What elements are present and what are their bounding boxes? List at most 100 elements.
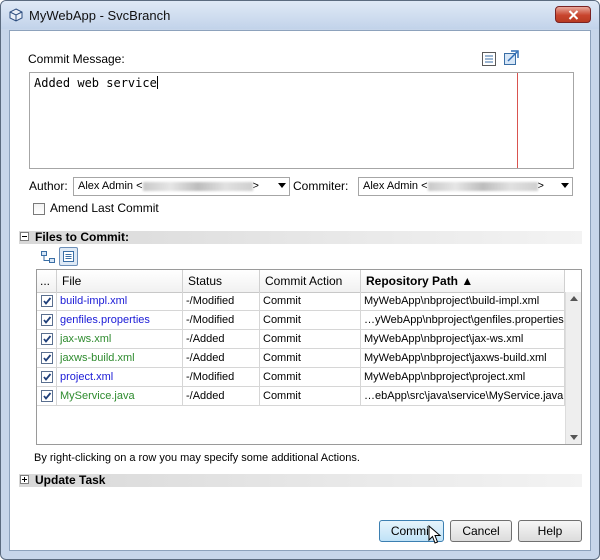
include-file-checkbox[interactable] (41, 371, 53, 383)
committer-value-name: Alex Admin < (363, 180, 428, 192)
status-cell[interactable]: -/Modified (183, 292, 260, 310)
recent-messages-icon[interactable] (502, 49, 520, 67)
commit-message-textarea[interactable]: Added web service (29, 72, 574, 169)
commit-action-cell[interactable]: Commit (260, 387, 361, 405)
scroll-up-icon[interactable] (570, 296, 578, 301)
file-name-cell[interactable]: genfiles.properties (57, 311, 183, 329)
commit-action-cell[interactable]: Commit (260, 311, 361, 329)
committer-value-suffix: > (537, 180, 544, 192)
committer-combobox[interactable]: Alex Admin < > (358, 177, 573, 196)
include-file-checkbox[interactable] (41, 390, 53, 402)
status-cell[interactable]: -/Added (183, 330, 260, 348)
file-name-cell[interactable]: build-impl.xml (57, 292, 183, 310)
files-table-header: ... File Status Commit Action Repository… (37, 270, 565, 293)
commit-message-label: Commit Message: (28, 52, 125, 66)
checkmark-icon (43, 392, 52, 400)
column-header-commit-action[interactable]: Commit Action (260, 270, 361, 292)
column-header-status[interactable]: Status (183, 270, 260, 292)
checkmark-icon (43, 297, 52, 305)
expand-toggle[interactable] (20, 475, 29, 484)
include-file-checkbox[interactable] (41, 333, 53, 345)
row-checkbox-cell (37, 292, 57, 310)
table-row[interactable]: jaxws-build.xml -/Added Commit MyWebApp\nbp… (37, 349, 565, 368)
status-cell[interactable]: -/Added (183, 349, 260, 367)
amend-last-commit-label: Amend Last Commit (50, 201, 159, 215)
title-bar[interactable]: MyWebApp - SvcBranch (1, 1, 599, 29)
row-checkbox-cell (37, 330, 57, 348)
include-file-checkbox[interactable] (41, 352, 53, 364)
column-header-file[interactable]: File (57, 270, 183, 292)
checkmark-icon (43, 354, 52, 362)
column-header-repository-path[interactable]: Repository Path ▲ (361, 270, 565, 292)
close-icon (568, 10, 579, 20)
author-label: Author: (29, 179, 68, 193)
amend-last-commit-checkbox[interactable] (33, 203, 45, 215)
repository-path-cell[interactable]: …yWebApp\nbproject\genfiles.properties (361, 311, 565, 329)
include-file-checkbox[interactable] (41, 314, 53, 326)
files-to-commit-title: Files to Commit: (35, 230, 130, 244)
commit-action-cell[interactable]: Commit (260, 330, 361, 348)
close-button[interactable] (555, 6, 591, 23)
table-row[interactable]: genfiles.properties -/Modified Commit …yWeb… (37, 311, 565, 330)
collapse-toggle[interactable] (20, 232, 29, 241)
table-row[interactable]: project.xml -/Modified Commit MyWebApp\nbpr… (37, 368, 565, 387)
column-header-more[interactable]: ... (37, 270, 57, 292)
dialog-content: Commit Message: Added web service Author… (9, 30, 591, 551)
repository-path-cell[interactable]: MyWebApp\nbproject\jax-ws.xml (361, 330, 565, 348)
committer-label: Commiter: (293, 179, 349, 193)
row-checkbox-cell (37, 368, 57, 386)
minus-icon (22, 236, 27, 237)
checkmark-icon (43, 335, 52, 343)
view-as-list-toggle[interactable] (59, 247, 78, 266)
chevron-down-icon (561, 183, 569, 188)
commit-action-cell[interactable]: Commit (260, 292, 361, 310)
text-caret (156, 76, 158, 89)
list-view-icon (63, 251, 74, 262)
commit-dialog-window: MyWebApp - SvcBranch Commit Message: Add… (0, 0, 600, 560)
files-to-commit-section-header[interactable]: Files to Commit: (19, 230, 582, 244)
app-cube-icon (9, 8, 23, 22)
commit-action-cell[interactable]: Commit (260, 368, 361, 386)
mouse-cursor-icon (428, 525, 442, 544)
table-row[interactable]: jax-ws.xml -/Added Commit MyWebApp\nbprojec… (37, 330, 565, 349)
chevron-down-icon (278, 183, 286, 188)
row-checkbox-cell (37, 387, 57, 405)
status-cell[interactable]: -/Added (183, 387, 260, 405)
file-name-cell[interactable]: project.xml (57, 368, 183, 386)
right-margin-line (517, 73, 518, 168)
checkmark-icon (43, 373, 52, 381)
row-checkbox-cell (37, 311, 57, 329)
commit-message-text: Added web service (34, 76, 157, 90)
scroll-down-icon[interactable] (570, 435, 578, 440)
view-as-tree-icon[interactable] (40, 249, 56, 265)
file-name-cell[interactable]: jaxws-build.xml (57, 349, 183, 367)
include-file-checkbox[interactable] (41, 295, 53, 307)
files-table[interactable]: ... File Status Commit Action Repository… (36, 269, 582, 445)
table-vertical-scrollbar[interactable] (565, 292, 581, 444)
author-value-name: Alex Admin < (78, 180, 143, 192)
update-task-title: Update Task (35, 473, 106, 487)
table-row[interactable]: build-impl.xml -/Modified Commit MyWebApp\n… (37, 292, 565, 311)
plus-icon (22, 477, 27, 482)
author-value-suffix: > (252, 180, 259, 192)
repository-path-cell[interactable]: MyWebApp\nbproject\build-impl.xml (361, 292, 565, 310)
repository-path-cell[interactable]: …ebApp\src\java\service\MyService.java (361, 387, 565, 405)
row-checkbox-cell (37, 349, 57, 367)
file-name-cell[interactable]: jax-ws.xml (57, 330, 183, 348)
file-name-cell[interactable]: MyService.java (57, 387, 183, 405)
message-template-icon[interactable] (480, 50, 498, 68)
status-cell[interactable]: -/Modified (183, 368, 260, 386)
status-cell[interactable]: -/Modified (183, 311, 260, 329)
author-combobox[interactable]: Alex Admin < > (73, 177, 290, 196)
table-row[interactable]: MyService.java -/Added Commit …ebApp\src\ja… (37, 387, 565, 406)
checkmark-icon (43, 316, 52, 324)
update-task-section-header[interactable]: Update Task (19, 473, 582, 487)
window-title: MyWebApp - SvcBranch (29, 8, 171, 23)
help-button[interactable]: Help (518, 520, 582, 542)
cancel-button[interactable]: Cancel (450, 520, 512, 542)
repository-path-cell[interactable]: MyWebApp\nbproject\jaxws-build.xml (361, 349, 565, 367)
table-hint-text: By right-clicking on a row you may speci… (34, 452, 360, 464)
commit-action-cell[interactable]: Commit (260, 349, 361, 367)
committer-email-redacted (427, 181, 538, 191)
repository-path-cell[interactable]: MyWebApp\nbproject\project.xml (361, 368, 565, 386)
